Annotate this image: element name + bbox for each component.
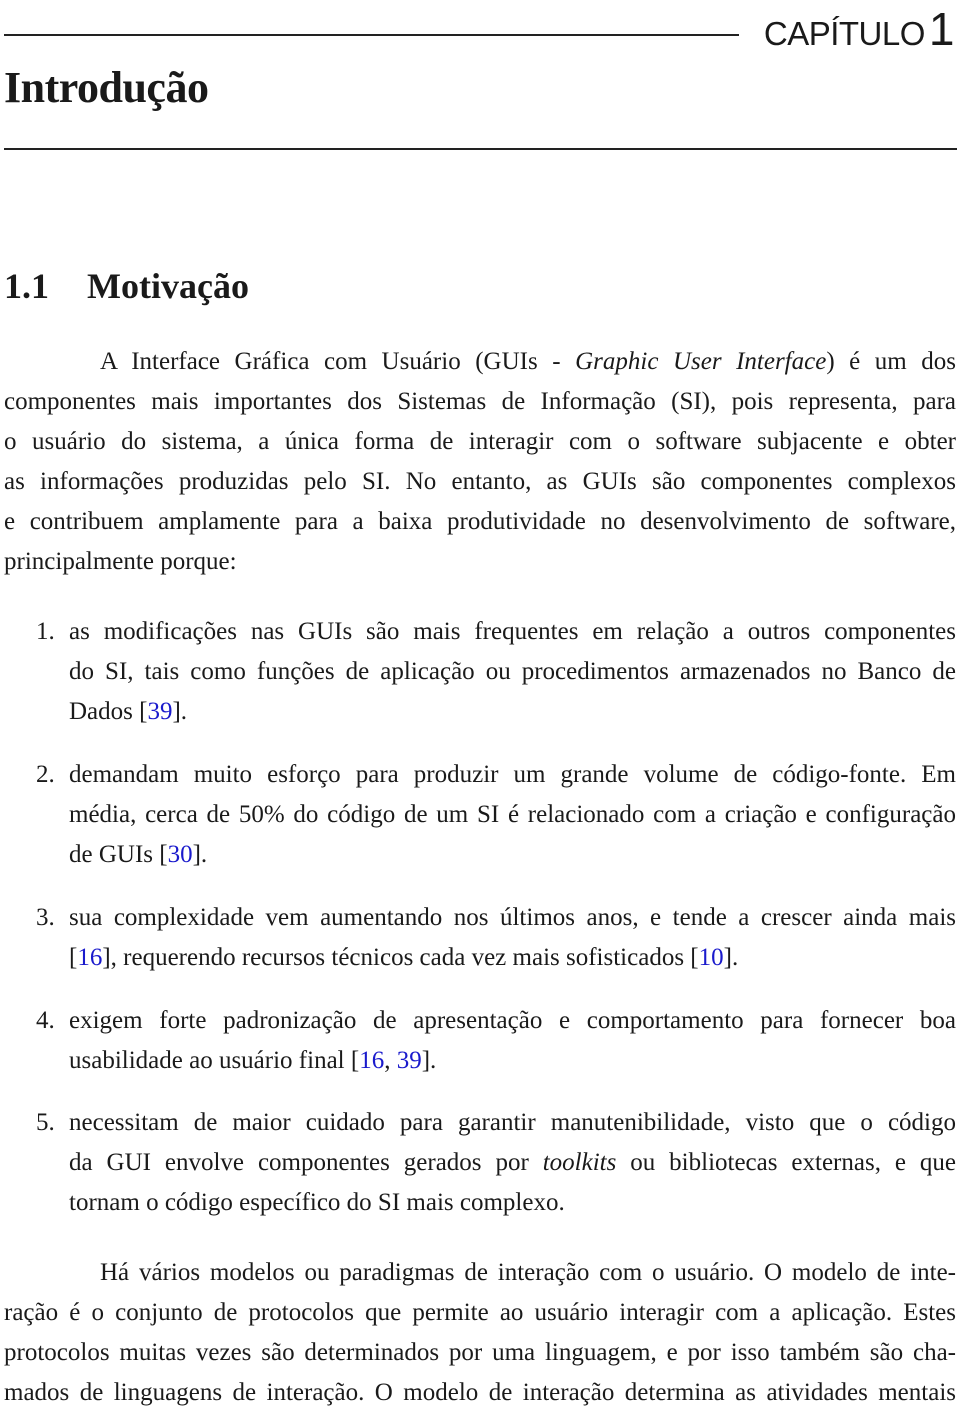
section-title: 1.1 Motivação	[4, 265, 249, 307]
text-line: exigem forte padronização de apresentaçã…	[69, 1001, 956, 1041]
text-span: Há vários modelos ou paradigmas de inter…	[100, 1259, 956, 1286]
text-span: principalmente porque:	[4, 548, 237, 575]
text-span: demandam muito esforço para produzir um …	[69, 761, 956, 788]
text-line: média, cerca de 50% do código de um SI é…	[69, 795, 956, 835]
list-marker: 3.	[36, 904, 55, 931]
header-rule-bottom	[4, 148, 957, 150]
text-line: do SI, tais como funções de aplicação ou…	[69, 652, 956, 692]
text-span: de GUIs [	[69, 841, 168, 868]
text-line: e contribuem amplamente para a baixa pro…	[4, 502, 956, 542]
text-span: mados de linguagens de interação. O mode…	[4, 1379, 956, 1406]
list-item: 5. necessitam de maior cuidado para garan…	[4, 1103, 956, 1223]
text-line: protocolos muitas vezes são determinados…	[4, 1333, 956, 1373]
list-marker: 1.	[36, 618, 55, 645]
text-line: da GUI envolve componentes gerados por t…	[69, 1143, 956, 1183]
text-line: necessitam de maior cuidado para garanti…	[69, 1103, 956, 1143]
text-line: ração é o conjunto de protocolos que per…	[4, 1293, 956, 1333]
text-line: as modificações nas GUIs são mais freque…	[69, 612, 956, 652]
text-line: A Interface Gráfica com Usuário (GUIs - …	[4, 342, 956, 382]
citation-link[interactable]: 10	[699, 944, 724, 971]
text-span: ) é um dos	[826, 348, 956, 375]
text-span: ou bibliotecas externas, e que	[616, 1149, 956, 1176]
citation-link[interactable]: 16	[359, 1047, 384, 1074]
text-line: componentes mais importantes dos Sistema…	[4, 382, 956, 422]
chapter-number: 1	[928, 3, 955, 55]
text-span: ].	[421, 1047, 437, 1074]
text-line: demandam muito esforço para produzir um …	[69, 755, 956, 795]
text-span: componentes mais importantes dos Sistema…	[4, 388, 956, 415]
text-span: o usuário do sistema, a única forma de i…	[4, 428, 956, 455]
text-span: A Interface Gráfica com Usuário (GUIs -	[100, 348, 576, 375]
list-marker: 2.	[36, 761, 55, 788]
text-line: mados de linguagens de interação. O mode…	[4, 1373, 956, 1413]
chapter-word: CAPÍTULO	[763, 15, 926, 52]
section-heading: Motivação	[87, 266, 249, 306]
text-span: média, cerca de 50% do código de um SI é…	[69, 801, 956, 828]
paragraph-2: Há vários modelos ou paradigmas de inter…	[4, 1253, 956, 1413]
text-line: as informações produzidas pelo SI. No en…	[4, 462, 956, 502]
list-marker: 5.	[36, 1109, 55, 1136]
section-number: 1.1	[4, 266, 49, 306]
list-item-text: necessitam de maior cuidado para garanti…	[69, 1103, 956, 1223]
text-span: protocolos muitas vezes são determinados…	[4, 1339, 956, 1366]
text-span: ].	[172, 698, 188, 725]
text-span: ], requerendo recursos técnicos cada vez…	[102, 944, 699, 971]
text-span: ].	[192, 841, 208, 868]
text-span: as informações produzidas pelo SI. No en…	[4, 468, 956, 495]
text-line: sua complexidade vem aumentando nos últi…	[69, 898, 956, 938]
list-item-text: sua complexidade vem aumentando nos últi…	[69, 898, 956, 978]
list-item-text: as modificações nas GUIs são mais freque…	[69, 612, 956, 732]
citation-link[interactable]: 39	[397, 1047, 422, 1074]
list-item: 3. sua complexidade vem aumentando nos úl…	[4, 898, 956, 978]
text-span: Dados [	[69, 698, 148, 725]
italic-text: Graphic User Interface	[575, 348, 827, 375]
list-item-text: exigem forte padronização de apresentaçã…	[69, 1001, 956, 1081]
text-line: Há vários modelos ou paradigmas de inter…	[4, 1253, 956, 1293]
header-rule-top	[4, 34, 739, 36]
text-span: usabilidade ao usuário final [	[69, 1047, 360, 1074]
text-span: as modificações nas GUIs são mais freque…	[69, 618, 956, 645]
list-item: 4. exigem forte padronização de apresenta…	[4, 1001, 956, 1081]
text-span: ração é o conjunto de protocolos que per…	[4, 1299, 956, 1326]
list-item-text: demandam muito esforço para produzir um …	[69, 755, 956, 875]
citation-link[interactable]: 16	[77, 944, 102, 971]
text-line: [16], requerendo recursos técnicos cada …	[69, 938, 956, 978]
chapter-title: Introdução	[4, 63, 209, 112]
text-line: Dados [39].	[69, 692, 956, 732]
text-span: exigem forte padronização de apresentaçã…	[69, 1007, 956, 1034]
text-line: o usuário do sistema, a única forma de i…	[4, 422, 956, 462]
citation-link[interactable]: 39	[147, 698, 172, 725]
text-line: de GUIs [30].	[69, 835, 956, 875]
citation-link[interactable]: 30	[168, 841, 193, 868]
text-span: ,	[384, 1047, 397, 1074]
list-item: 2. demandam muito esforço para produzir u…	[4, 755, 956, 875]
text-span: sua complexidade vem aumentando nos últi…	[69, 904, 956, 931]
list-marker: 4.	[36, 1007, 55, 1034]
list-item: 1. as modificações nas GUIs são mais freq…	[4, 612, 956, 732]
text-span: do SI, tais como funções de aplicação ou…	[69, 658, 956, 685]
text-line: usabilidade ao usuário final [16, 39].	[69, 1041, 956, 1081]
text-span: tornam o código específico do SI mais co…	[69, 1189, 565, 1216]
text-span: ].	[723, 944, 739, 971]
text-span: da GUI envolve componentes gerados por	[69, 1149, 543, 1176]
paragraph-1: A Interface Gráfica com Usuário (GUIs - …	[4, 342, 956, 582]
chapter-label: CAPÍTULO1	[763, 2, 955, 56]
text-line: principalmente porque:	[4, 542, 956, 582]
text-line: tornam o código específico do SI mais co…	[69, 1183, 956, 1223]
text-span: necessitam de maior cuidado para garanti…	[69, 1109, 956, 1136]
italic-text: toolkits	[542, 1149, 617, 1176]
text-span: e contribuem amplamente para a baixa pro…	[4, 508, 956, 535]
